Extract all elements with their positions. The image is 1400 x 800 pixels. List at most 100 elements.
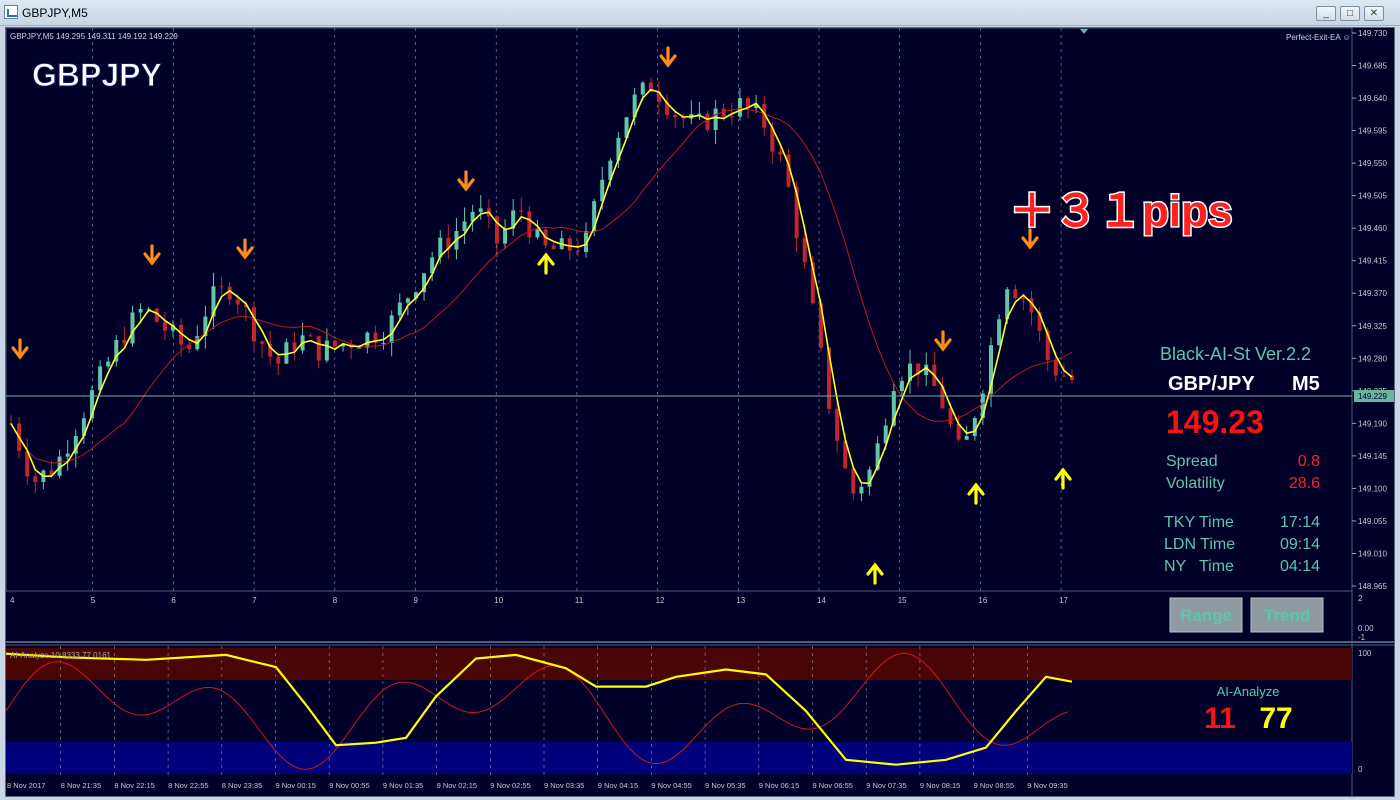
candle-body [276, 356, 281, 364]
time-tick-lower: 9 Nov 08:15 [920, 781, 960, 790]
candle-body [705, 113, 710, 131]
price-tick: 148.965 [1358, 582, 1387, 591]
sub-scale-mid: 0.00 [1358, 624, 1374, 633]
candle-body [1021, 298, 1026, 300]
candle-body [1061, 375, 1066, 377]
title-bar[interactable]: GBPJPY,M5 _ □ ✕ [0, 0, 1400, 26]
ai-value-2: 77 [1259, 702, 1292, 735]
price-tick: 149.685 [1358, 62, 1387, 71]
candle-body [284, 342, 289, 364]
time-tick-lower: 8 Nov 21:35 [61, 781, 101, 790]
time-tick-upper: 13 [736, 596, 745, 605]
candle-body [673, 115, 678, 118]
candle-body [365, 332, 370, 348]
candle-body [575, 250, 580, 252]
chart-area[interactable]: GBPJPY,M5 149.295 149.311 149.192 149.22… [5, 27, 1395, 797]
ai-value-1: 11 [1204, 702, 1236, 735]
maximize-button[interactable]: □ [1340, 6, 1360, 21]
time-tick-lower: 9 Nov 05:35 [705, 781, 745, 790]
candle-body [381, 342, 386, 344]
panel-pair: GBP/JPY [1168, 373, 1255, 395]
price-tick: 149.640 [1358, 94, 1387, 103]
candle-body [859, 486, 864, 494]
candle-body [867, 469, 872, 487]
oscillator-label: AI-Analyze 10.8333 77.0161 [10, 651, 112, 660]
time-tick-lower: 8 Nov 22:15 [114, 781, 154, 790]
spread-label: Spread [1166, 453, 1218, 470]
candle-body [235, 299, 240, 305]
tky-label: TKY Time [1164, 514, 1234, 531]
candle-body [567, 238, 572, 251]
candle-body [462, 221, 467, 232]
candle-body [737, 98, 742, 117]
candle-body [551, 245, 556, 250]
candle-body [1013, 289, 1018, 299]
candle-body [260, 341, 265, 344]
time-tick-upper: 7 [252, 596, 257, 605]
terminal-window: GBPJPY,M5 _ □ ✕ GBPJPY,M5 149.295 149.31… [0, 0, 1400, 800]
ny-label: NY Time [1164, 558, 1234, 575]
minimize-button[interactable]: _ [1316, 6, 1336, 21]
time-tick-upper: 4 [10, 596, 15, 605]
candle-body [397, 302, 402, 316]
trend-button-label: Trend [1264, 606, 1310, 625]
price-tick: 149.460 [1358, 224, 1387, 233]
price-chart-svg[interactable]: GBPJPY,M5 149.295 149.311 149.192 149.22… [6, 28, 1394, 796]
time-tick-upper: 12 [656, 596, 665, 605]
tky-value: 17:14 [1280, 514, 1320, 531]
panel-title: Black-AI-St Ver.2.2 [1160, 344, 1311, 364]
candle-body [899, 380, 904, 392]
ldn-value: 09:14 [1280, 536, 1320, 553]
candle-body [251, 307, 256, 342]
time-tick-lower: 9 Nov 00:15 [276, 781, 316, 790]
close-button[interactable]: ✕ [1364, 6, 1384, 21]
current-price-label: 149.229 [1358, 392, 1387, 401]
ny-value: 04:14 [1280, 558, 1320, 575]
candle-body [162, 321, 167, 331]
candle-body [308, 335, 313, 337]
chart-window-icon [4, 5, 18, 19]
candle-body [219, 286, 224, 288]
price-scale: 149.730 149.685 149.640 149.595 149.550 149.5… [1352, 29, 1387, 591]
time-tick-lower: 9 Nov 07:35 [866, 781, 906, 790]
time-tick-lower: 9 Nov 02:15 [437, 781, 477, 790]
candle-body [721, 108, 726, 117]
time-tick-upper: 6 [171, 596, 176, 605]
time-tick-lower: 8 Nov 22:55 [168, 781, 208, 790]
candle-body [65, 453, 70, 457]
price-tick: 149.415 [1358, 257, 1387, 266]
candle-body [324, 340, 329, 361]
price-tick: 149.280 [1358, 354, 1387, 363]
time-tick-upper: 17 [1059, 596, 1068, 605]
candle-body [964, 436, 969, 440]
volatility-label: Volatility [1166, 475, 1225, 492]
price-tick: 149.595 [1358, 127, 1387, 136]
time-tick-upper: 10 [494, 596, 503, 605]
candle-body [138, 309, 143, 313]
price-tick: 149.325 [1358, 322, 1387, 331]
candle-body [106, 361, 111, 367]
price-tick: 149.730 [1358, 29, 1387, 38]
osc-scale-bottom: 0 [1358, 765, 1363, 774]
trend-button[interactable]: Trend [1250, 597, 1324, 633]
price-tick: 149.010 [1358, 549, 1387, 558]
candle-body [33, 476, 38, 483]
candle-body [503, 228, 508, 244]
time-tick-upper: 15 [898, 596, 907, 605]
time-tick-lower: 9 Nov 04:15 [598, 781, 638, 790]
pips-banner: ＋３１pips [1010, 187, 1232, 236]
candle-body [527, 211, 532, 238]
time-tick-lower: 9 Nov 04:55 [651, 781, 691, 790]
candle-body [997, 319, 1002, 346]
ea-label: Perfect-Exit-EA ☺ [1286, 33, 1351, 42]
symbol-title: GBPJPY [32, 57, 162, 93]
candle-body [227, 286, 232, 300]
time-tick-lower: 9 Nov 06:15 [759, 781, 799, 790]
candle-body [519, 210, 524, 212]
candle-body [292, 342, 297, 351]
candle-body [130, 312, 135, 344]
candle-body [535, 229, 540, 238]
range-button[interactable]: Range [1169, 597, 1243, 633]
time-tick-upper: 5 [91, 596, 96, 605]
time-tick-lower: 9 Nov 03:35 [544, 781, 584, 790]
